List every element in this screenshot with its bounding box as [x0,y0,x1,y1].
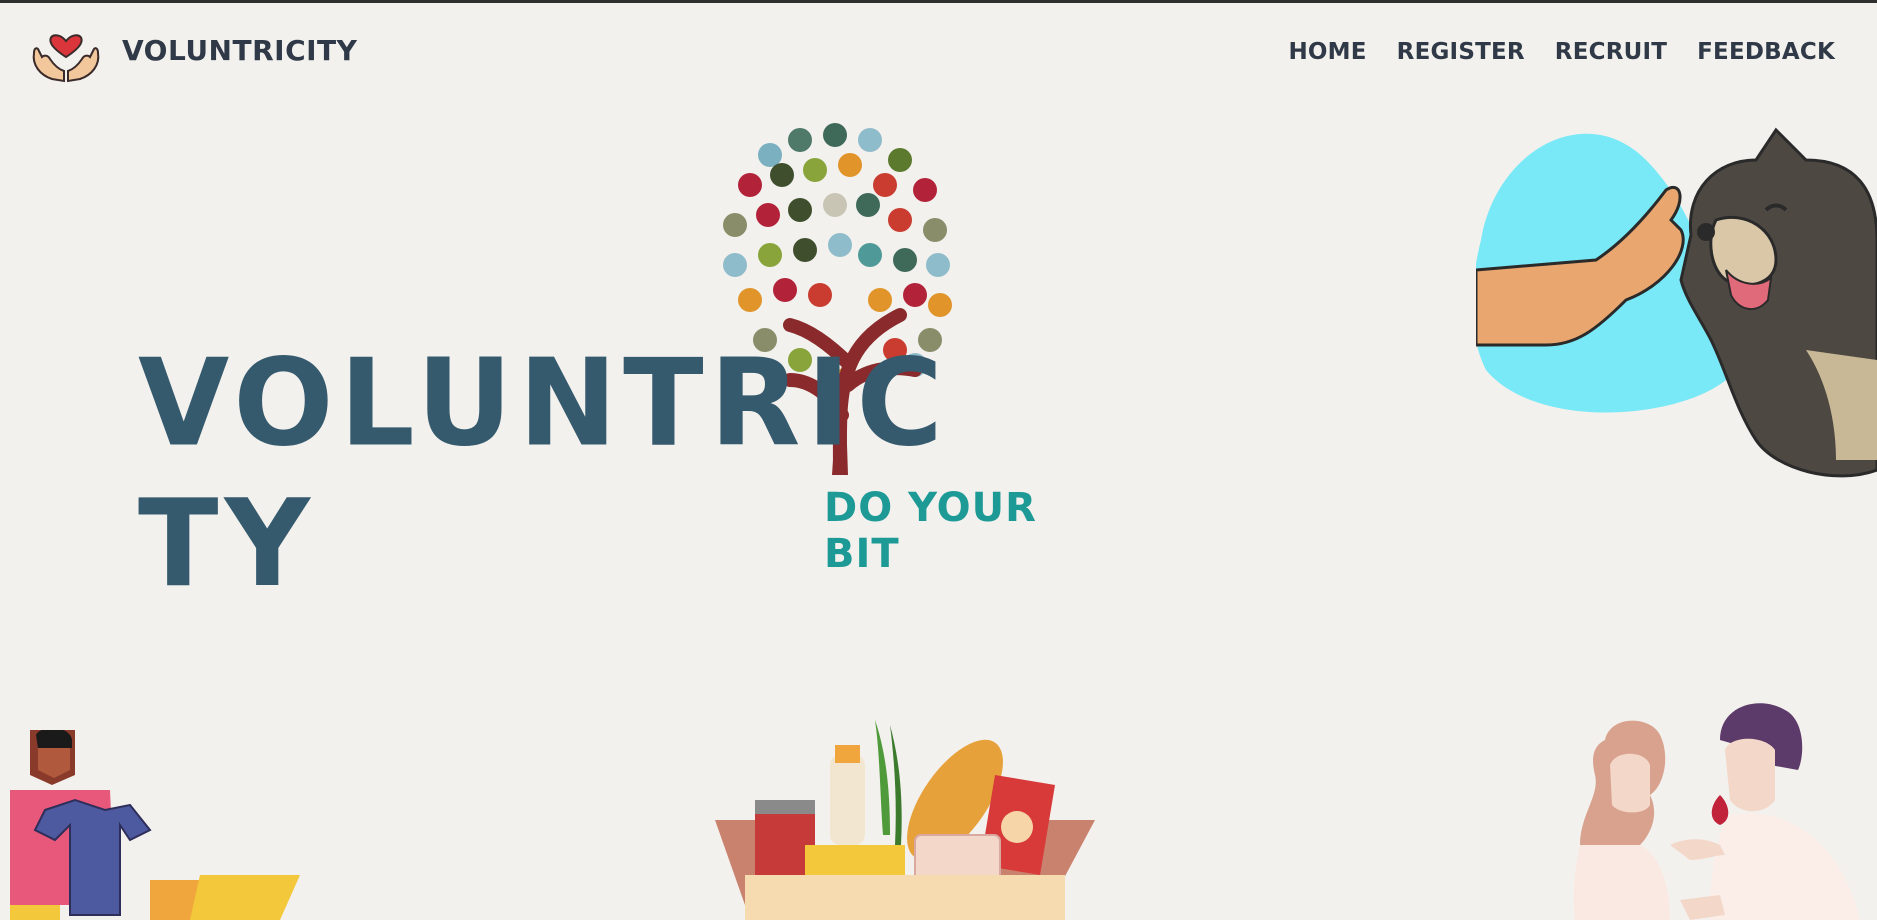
navbar: VOLUNTRICITY HOME REGISTER RECRUIT FEEDB… [0,3,1877,103]
blood-donation-illustration [1573,703,1860,920]
food-box-illustration [715,720,1095,920]
hands-heart-icon [32,34,100,83]
nav-feedback-link[interactable]: FEEDBACK [1697,39,1835,65]
nav-recruit-link[interactable]: RECRUIT [1555,39,1667,65]
hero-logo: VOLUNTRICTY DO YOUR BIT [130,110,1090,614]
brand-name: VOLUNTRICITY [122,33,358,67]
brand[interactable]: VOLUNTRICITY [28,15,357,85]
clothes-donation-illustration [10,730,300,920]
nav-home-link[interactable]: HOME [1288,39,1366,65]
hero-title-part2: TY [138,473,316,614]
nav-links: HOME REGISTER RECRUIT FEEDBACK [1288,39,1835,65]
hero-tagline: DO YOUR BIT [824,485,1037,577]
nav-register-link[interactable]: REGISTER [1397,39,1525,65]
hero-title-part1: VOLUNTRIC [138,332,949,473]
dog-paw-illustration [1476,127,1877,478]
